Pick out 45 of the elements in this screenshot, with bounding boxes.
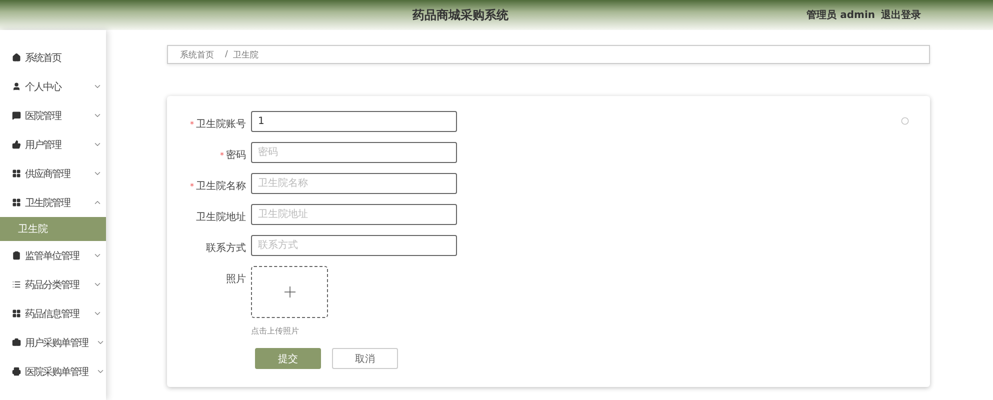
menu-item[interactable]: 监管单位管理 <box>0 241 106 270</box>
field-label: 卫生院名称 <box>196 180 246 193</box>
menu-item[interactable]: 药品信息管理 <box>0 299 106 328</box>
clipboard-icon <box>12 251 21 260</box>
cancel-button[interactable]: 取消 <box>332 348 398 369</box>
breadcrumb-item[interactable]: 系统首页 <box>180 48 214 60</box>
menu-item[interactable]: 医院管理 <box>0 101 106 130</box>
grid-icon <box>12 169 21 178</box>
printer-icon <box>12 367 21 376</box>
field-label: 卫生院账号 <box>196 118 246 131</box>
field-label: 密码 <box>226 148 246 162</box>
grid-icon <box>12 309 21 318</box>
menu-item[interactable]: 用户采购单管理 <box>0 328 106 357</box>
input-field[interactable]: 1 <box>251 111 457 132</box>
input-field[interactable]: 卫生院名称 <box>251 173 457 194</box>
breadcrumb-item: 卫生院 <box>233 49 259 60</box>
user-icon <box>12 82 21 91</box>
input-field[interactable]: 联系方式 <box>251 235 457 256</box>
thumbs-up-icon <box>12 140 21 149</box>
menu-item[interactable]: 系统首页 <box>0 43 106 72</box>
field-label: 卫生院地址 <box>196 210 246 224</box>
required-mark: * <box>190 120 194 129</box>
input-field[interactable]: 卫生院地址 <box>251 204 457 225</box>
chat-icon <box>12 111 21 120</box>
menu-item[interactable]: 卫生院管理 <box>0 188 106 217</box>
menu-item[interactable]: 药品分类管理 <box>0 270 106 299</box>
upload-hint: 点击上传照片 <box>251 326 300 337</box>
home-icon <box>12 53 21 62</box>
list-icon <box>12 280 21 289</box>
logout-link[interactable]: 退出登录 <box>881 8 921 22</box>
field-label: 联系方式 <box>206 242 246 255</box>
breadcrumb-separator: / <box>225 50 228 60</box>
upload-area[interactable] <box>251 266 328 318</box>
menu-item[interactable]: 供应商管理 <box>0 159 106 188</box>
required-mark: * <box>220 151 224 160</box>
input-field[interactable]: 密码 <box>251 142 457 163</box>
required-mark: * <box>190 182 194 191</box>
field-label: 照片 <box>226 272 246 286</box>
menu-item[interactable]: 用户管理 <box>0 130 106 159</box>
briefcase-icon <box>12 338 21 347</box>
grid-icon <box>12 198 21 207</box>
user-name: 管理员 admin <box>806 8 875 22</box>
menu-item[interactable]: 医院采购单管理 <box>0 357 106 386</box>
menu-item[interactable]: 个人中心 <box>0 72 106 101</box>
app-title: 药品商城采购系统 <box>412 6 508 24</box>
